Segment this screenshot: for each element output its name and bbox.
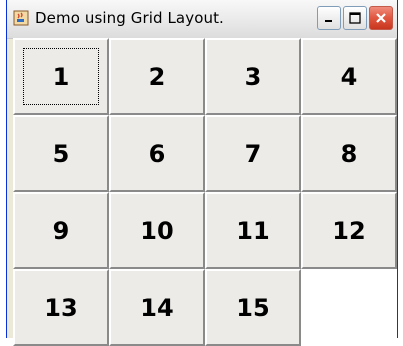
grid-button-11[interactable]: 11: [205, 192, 301, 269]
grid-button-8[interactable]: 8: [301, 115, 397, 192]
grid-button-15[interactable]: 15: [205, 269, 301, 346]
title-bar[interactable]: Demo using Grid Layout.: [7, 0, 397, 39]
minimize-icon: [325, 20, 332, 22]
app-window: Demo using Grid Layout. 1 2 3 4 5 6 7 8 …: [6, 0, 398, 346]
grid-button-1[interactable]: 1: [13, 38, 109, 115]
window-title: Demo using Grid Layout.: [35, 9, 224, 27]
window-controls: [317, 6, 393, 30]
grid-button-5[interactable]: 5: [13, 115, 109, 192]
grid-button-7[interactable]: 7: [205, 115, 301, 192]
grid-button-4[interactable]: 4: [301, 38, 397, 115]
maximize-icon: [349, 12, 361, 24]
grid-button-14[interactable]: 14: [109, 269, 205, 346]
grid-button-13[interactable]: 13: [13, 269, 109, 346]
grid-button-6[interactable]: 6: [109, 115, 205, 192]
grid-button-3[interactable]: 3: [205, 38, 301, 115]
grid-button-12[interactable]: 12: [301, 192, 397, 269]
minimize-button[interactable]: [317, 6, 341, 30]
close-button[interactable]: [369, 6, 393, 30]
grid-button-9[interactable]: 9: [13, 192, 109, 269]
empty-grid-cell: [301, 269, 397, 346]
maximize-button[interactable]: [343, 6, 367, 30]
close-icon: [376, 13, 386, 23]
button-grid: 1 2 3 4 5 6 7 8 9 10 11 12 13 14 15: [13, 38, 397, 346]
grid-button-10[interactable]: 10: [109, 192, 205, 269]
java-cup-icon: [13, 10, 29, 26]
grid-button-2[interactable]: 2: [109, 38, 205, 115]
